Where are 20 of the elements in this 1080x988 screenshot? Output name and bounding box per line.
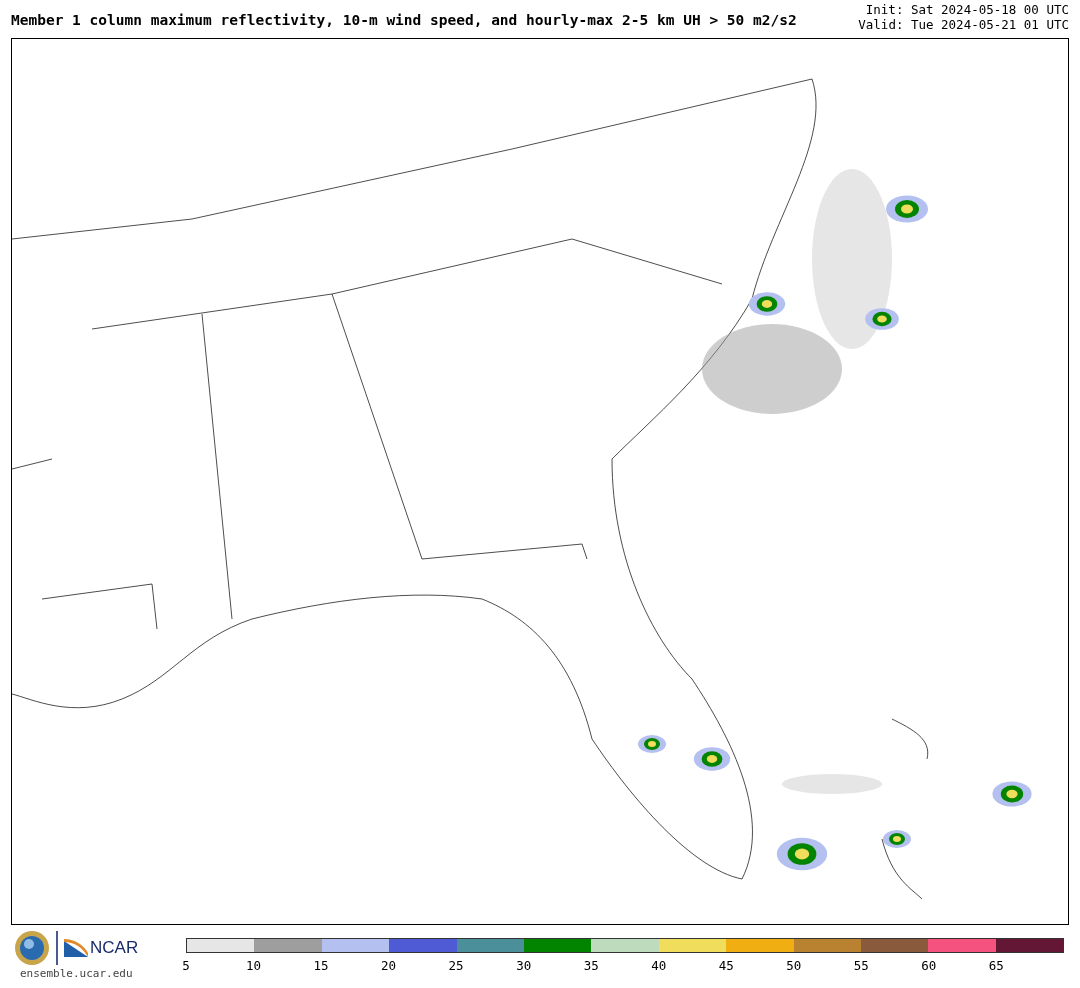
scale-label: 65 xyxy=(988,958,1004,973)
scale-label: 10 xyxy=(246,958,262,973)
scale-label: 50 xyxy=(786,958,802,973)
website-url: ensemble.ucar.edu xyxy=(20,967,134,980)
valid-time: Valid: Tue 2024-05-21 01 UTC xyxy=(858,17,1069,32)
scale-label: 35 xyxy=(583,958,599,973)
divider-line-icon xyxy=(56,931,58,965)
ncar-logo: NCAR xyxy=(64,938,139,958)
scale-label: 25 xyxy=(448,958,464,973)
scale-label: 20 xyxy=(381,958,397,973)
scale-label: 60 xyxy=(921,958,937,973)
scale-label: 5 xyxy=(182,958,190,973)
scale-label: 15 xyxy=(313,958,329,973)
chart-title: Member 1 column maximum reflectivity, 10-m wind speed, and hourly-max 2-5 km UH > 50 m2/s2 xyxy=(11,12,797,30)
init-time: Init: Sat 2024-05-18 00 UTC xyxy=(864,2,1069,17)
scale-label: 45 xyxy=(718,958,734,973)
scale-label: 55 xyxy=(853,958,869,973)
scale-label: 40 xyxy=(651,958,667,973)
nsf-logo-icon xyxy=(14,930,50,966)
scale-label: 30 xyxy=(516,958,532,973)
